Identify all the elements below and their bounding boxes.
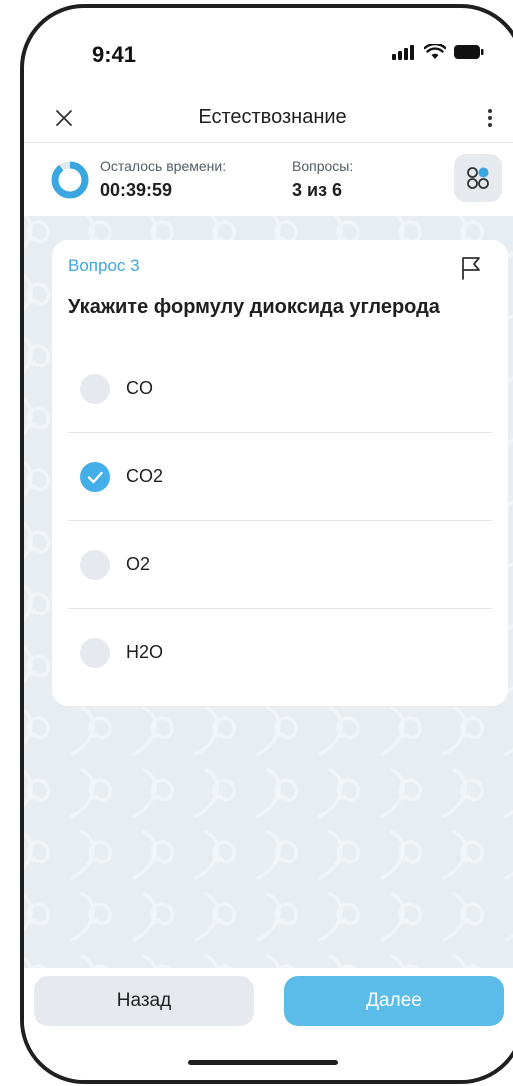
pattern-wave: [504, 871, 513, 880]
radio-button[interactable]: [80, 638, 110, 668]
pattern-wave: [24, 336, 50, 374]
pattern-wave: [256, 830, 298, 880]
wifi-icon: [424, 44, 446, 59]
pattern-wave: [194, 892, 236, 942]
pattern-wave: [318, 830, 360, 880]
pattern-wave: [380, 768, 422, 818]
pattern-wave: [442, 768, 484, 818]
pattern-wave: [132, 830, 174, 880]
pattern-wave: [380, 706, 422, 756]
answer-option[interactable]: CO2: [68, 434, 492, 521]
timer-progress-icon: [51, 161, 89, 199]
pattern-wave: [194, 830, 236, 880]
pattern-wave: [442, 892, 484, 942]
pattern-wave: [256, 706, 298, 756]
pattern-wave: [442, 830, 484, 880]
pattern-wave: [256, 892, 298, 942]
question-grid-button[interactable]: [454, 154, 502, 202]
next-button[interactable]: Далее: [284, 976, 504, 1026]
questions-value: 3 из 6: [292, 180, 343, 200]
question-text: Укажите формулу диоксида углерода: [68, 296, 440, 318]
pattern-wave: [442, 706, 484, 756]
pattern-wave: [256, 768, 298, 818]
phone-frame: 9:41 Естествознание Осталось времени: 00…: [20, 4, 513, 1084]
more-vertical-icon[interactable]: [480, 104, 500, 132]
battery-icon: [454, 45, 484, 59]
questions-label: Вопросы:: [292, 158, 354, 174]
pattern-wave: [70, 830, 112, 880]
pattern-wave: [504, 809, 513, 818]
question-grid-icon: [467, 167, 489, 189]
pattern-wave: [70, 768, 112, 818]
pattern-wave: [132, 768, 174, 818]
pattern-wave: [318, 706, 360, 756]
pattern-wave: [380, 830, 422, 880]
pattern-wave: [24, 770, 50, 808]
pattern-wave: [24, 646, 50, 684]
pattern-wave: [24, 522, 50, 560]
status-bar: 9:41: [24, 8, 513, 88]
footer-bar: Назад Далее: [24, 968, 513, 1080]
home-indicator: [188, 1060, 338, 1065]
radio-button-checked[interactable]: [80, 462, 110, 492]
pattern-wave: [24, 584, 50, 622]
question-card: Вопрос 3 Укажите формулу диоксида углеро…: [52, 240, 508, 706]
page-title: Естествознание: [198, 106, 347, 128]
pattern-wave: [194, 706, 236, 756]
pattern-wave: [24, 274, 50, 312]
pattern-wave: [24, 398, 50, 436]
cellular-signal-icon: [392, 45, 414, 60]
radio-button[interactable]: [80, 374, 110, 404]
header: Естествознание: [24, 94, 513, 143]
answer-label: CO: [126, 378, 153, 398]
flag-icon[interactable]: [458, 254, 484, 282]
pattern-wave: [24, 832, 50, 870]
quiz-info-bar: Осталось времени: 00:39:59 Вопросы: 3 из…: [24, 146, 513, 216]
status-icons: [392, 44, 484, 60]
answer-option[interactable]: H2O: [68, 610, 492, 696]
answer-label: O2: [126, 554, 151, 574]
pattern-wave: [132, 706, 174, 756]
checkmark-icon: [87, 471, 103, 484]
question-number: Вопрос 3: [68, 256, 140, 275]
answer-option[interactable]: CO: [68, 346, 492, 433]
pattern-wave: [24, 216, 50, 250]
status-time: 9:41: [92, 42, 137, 67]
pattern-wave: [24, 894, 50, 932]
pattern-wave: [132, 892, 174, 942]
time-remaining-value: 00:39:59: [100, 180, 173, 200]
pattern-wave: [318, 892, 360, 942]
pattern-wave: [318, 768, 360, 818]
time-remaining-label: Осталось времени:: [100, 158, 227, 174]
back-button[interactable]: Назад: [34, 976, 254, 1026]
answer-option[interactable]: O2: [68, 522, 492, 609]
pattern-wave: [24, 708, 50, 746]
answer-label: H2O: [126, 642, 164, 662]
pattern-wave: [194, 768, 236, 818]
pattern-wave: [70, 706, 112, 756]
pattern-wave: [504, 933, 513, 942]
screen: 9:41 Естествознание Осталось времени: 00…: [24, 8, 513, 1080]
answer-label: CO2: [126, 466, 164, 486]
pattern-wave: [24, 460, 50, 498]
pattern-wave: [70, 892, 112, 942]
pattern-wave: [504, 747, 513, 756]
radio-button[interactable]: [80, 550, 110, 580]
pattern-wave: [380, 892, 422, 942]
